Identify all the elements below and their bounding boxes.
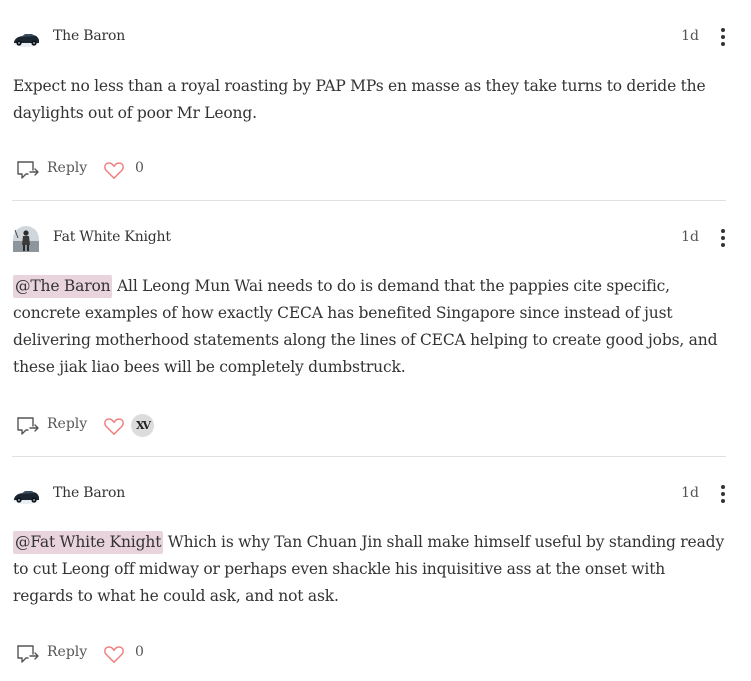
mention-link[interactable]: @Fat White Knight: [13, 531, 164, 554]
divider: [12, 200, 726, 201]
author-name[interactable]: The Baron: [53, 485, 125, 501]
author-name[interactable]: The Baron: [53, 28, 125, 44]
comment-header: The Baron 1d: [0, 479, 726, 509]
heart-icon[interactable]: [103, 160, 125, 180]
author-name[interactable]: Fat White Knight: [53, 229, 171, 245]
comment-body: @The Baron All Leong Mun Wai needs to do…: [13, 273, 726, 381]
divider: [12, 456, 726, 457]
timestamp[interactable]: 1d: [681, 485, 699, 501]
comment-3: The Baron 1d @Fat White Knight Which is …: [0, 479, 726, 667]
comment-header: The Baron 1d: [0, 22, 726, 52]
timestamp[interactable]: 1d: [681, 28, 699, 44]
heart-icon[interactable]: [103, 644, 125, 664]
comment-body: @Fat White Knight Which is why Tan Chuan…: [13, 529, 726, 610]
comment-actions: Reply 0: [0, 641, 726, 667]
like-count: 0: [135, 160, 144, 176]
reply-icon[interactable]: [16, 159, 40, 181]
comment-body: Expect no less than a royal roasting by …: [13, 73, 726, 127]
reply-icon[interactable]: [16, 415, 40, 437]
like-count: 0: [135, 644, 144, 660]
reply-button[interactable]: Reply: [47, 160, 87, 176]
reply-button[interactable]: Reply: [47, 416, 87, 432]
mention-link[interactable]: @The Baron: [13, 275, 113, 298]
comment-actions: Reply XV: [0, 413, 726, 439]
car-avatar-icon[interactable]: [12, 482, 40, 508]
comment-text: All Leong Mun Wai needs to do is demand …: [13, 277, 718, 376]
more-options-icon[interactable]: [720, 24, 726, 48]
comment-2: Fat White Knight 1d @The Baron All Leong…: [0, 223, 726, 439]
car-avatar-icon[interactable]: [12, 25, 40, 51]
timestamp[interactable]: 1d: [681, 229, 699, 245]
comment-text: Expect no less than a royal roasting by …: [13, 77, 706, 122]
heart-icon[interactable]: [103, 416, 125, 436]
reply-button[interactable]: Reply: [47, 644, 87, 660]
liker-avatar[interactable]: XV: [131, 414, 154, 437]
comment-header: Fat White Knight 1d: [0, 223, 726, 253]
reply-icon[interactable]: [16, 643, 40, 665]
comment-1: The Baron 1d Expect no less than a royal…: [0, 22, 726, 183]
person-avatar-icon[interactable]: [12, 226, 40, 252]
more-options-icon[interactable]: [720, 481, 726, 505]
more-options-icon[interactable]: [720, 225, 726, 249]
comment-actions: Reply 0: [0, 157, 726, 183]
